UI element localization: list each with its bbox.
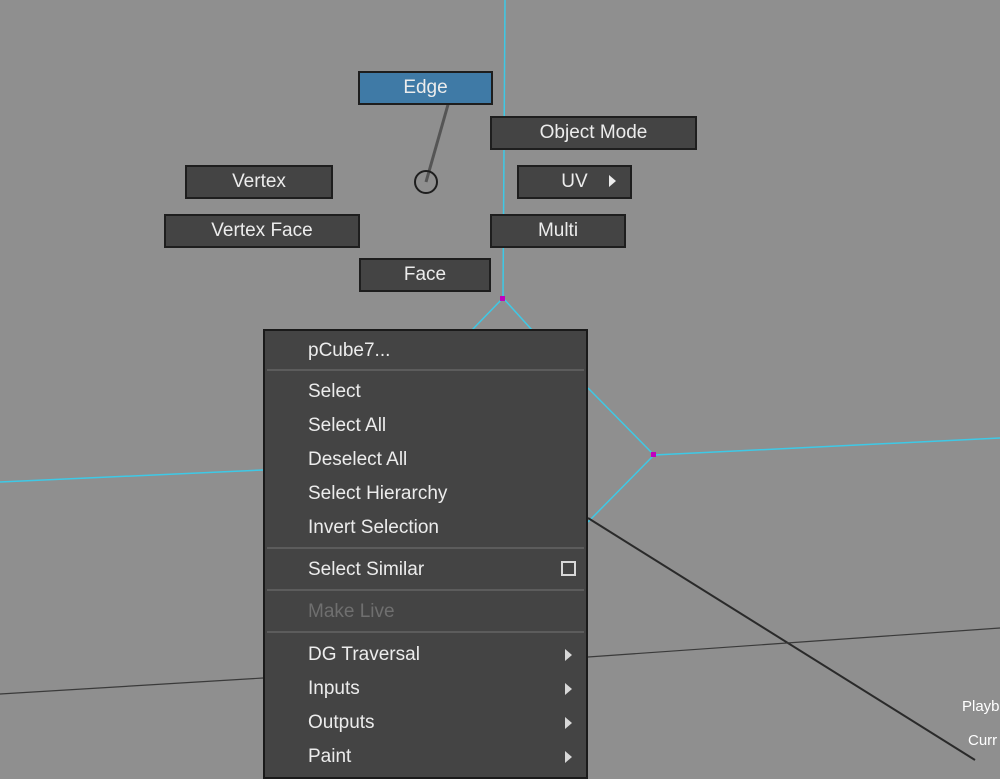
submenu-arrow-icon [609, 175, 616, 187]
vertex-marker [500, 296, 505, 301]
edge-button[interactable]: Edge [358, 71, 493, 105]
hud-current-label: Curr [968, 732, 998, 749]
menu-item-select[interactable]: Select [265, 377, 586, 407]
menu-item-paint[interactable]: Paint [265, 742, 586, 772]
uv-button[interactable]: UV [517, 165, 632, 199]
submenu-arrow-icon [565, 717, 572, 729]
edge-line [0, 469, 264, 483]
edge-line [0, 677, 264, 695]
vertex-button[interactable]: Vertex [185, 165, 333, 199]
menu-header-object-name[interactable]: pCube7... [265, 336, 586, 366]
menu-divider [267, 589, 584, 591]
edge-line [502, 297, 533, 331]
menu-item-select-all[interactable]: Select All [265, 411, 586, 441]
edge-line [587, 387, 655, 456]
menu-item-invert-selection[interactable]: Invert Selection [265, 513, 586, 543]
menu-item-inputs[interactable]: Inputs [265, 674, 586, 704]
edge-line [587, 454, 655, 523]
option-box-icon[interactable] [561, 561, 576, 576]
vertex-face-button[interactable]: Vertex Face [164, 214, 360, 248]
menu-divider [267, 369, 584, 371]
menu-item-make-live: Make Live [308, 601, 395, 622]
menu-item-label: Inputs [308, 678, 360, 699]
object-mode-button[interactable]: Object Mode [490, 116, 697, 150]
multi-button[interactable]: Multi [490, 214, 626, 248]
viewport[interactable]: Edge Object Mode Vertex UV Vertex Face M… [0, 0, 1000, 779]
menu-item-deselect-all[interactable]: Deselect All [265, 445, 586, 475]
vertex-marker [651, 452, 656, 457]
context-menu: pCube7... Select Select All Deselect All… [263, 329, 588, 779]
hud-playback-label: Playb [962, 698, 1000, 715]
uv-label: UV [561, 171, 588, 192]
menu-divider [267, 631, 584, 633]
edge-line [587, 517, 976, 761]
menu-item-label: Outputs [308, 712, 375, 733]
menu-item-dg-traversal[interactable]: DG Traversal [265, 640, 586, 670]
face-button[interactable]: Face [359, 258, 491, 292]
edge-line [653, 437, 1000, 456]
menu-item-select-hierarchy[interactable]: Select Hierarchy [265, 479, 586, 509]
menu-item-outputs[interactable]: Outputs [265, 708, 586, 738]
menu-item-select-similar[interactable]: Select Similar [265, 555, 586, 585]
menu-item-label: Select Similar [308, 559, 425, 580]
menu-divider [267, 547, 584, 549]
edge-line [471, 297, 504, 331]
menu-item-label: Paint [308, 746, 352, 767]
menu-item-label: DG Traversal [308, 644, 420, 665]
submenu-arrow-icon [565, 649, 572, 661]
submenu-arrow-icon [565, 751, 572, 763]
submenu-arrow-icon [565, 683, 572, 695]
edge-line [587, 627, 1000, 658]
